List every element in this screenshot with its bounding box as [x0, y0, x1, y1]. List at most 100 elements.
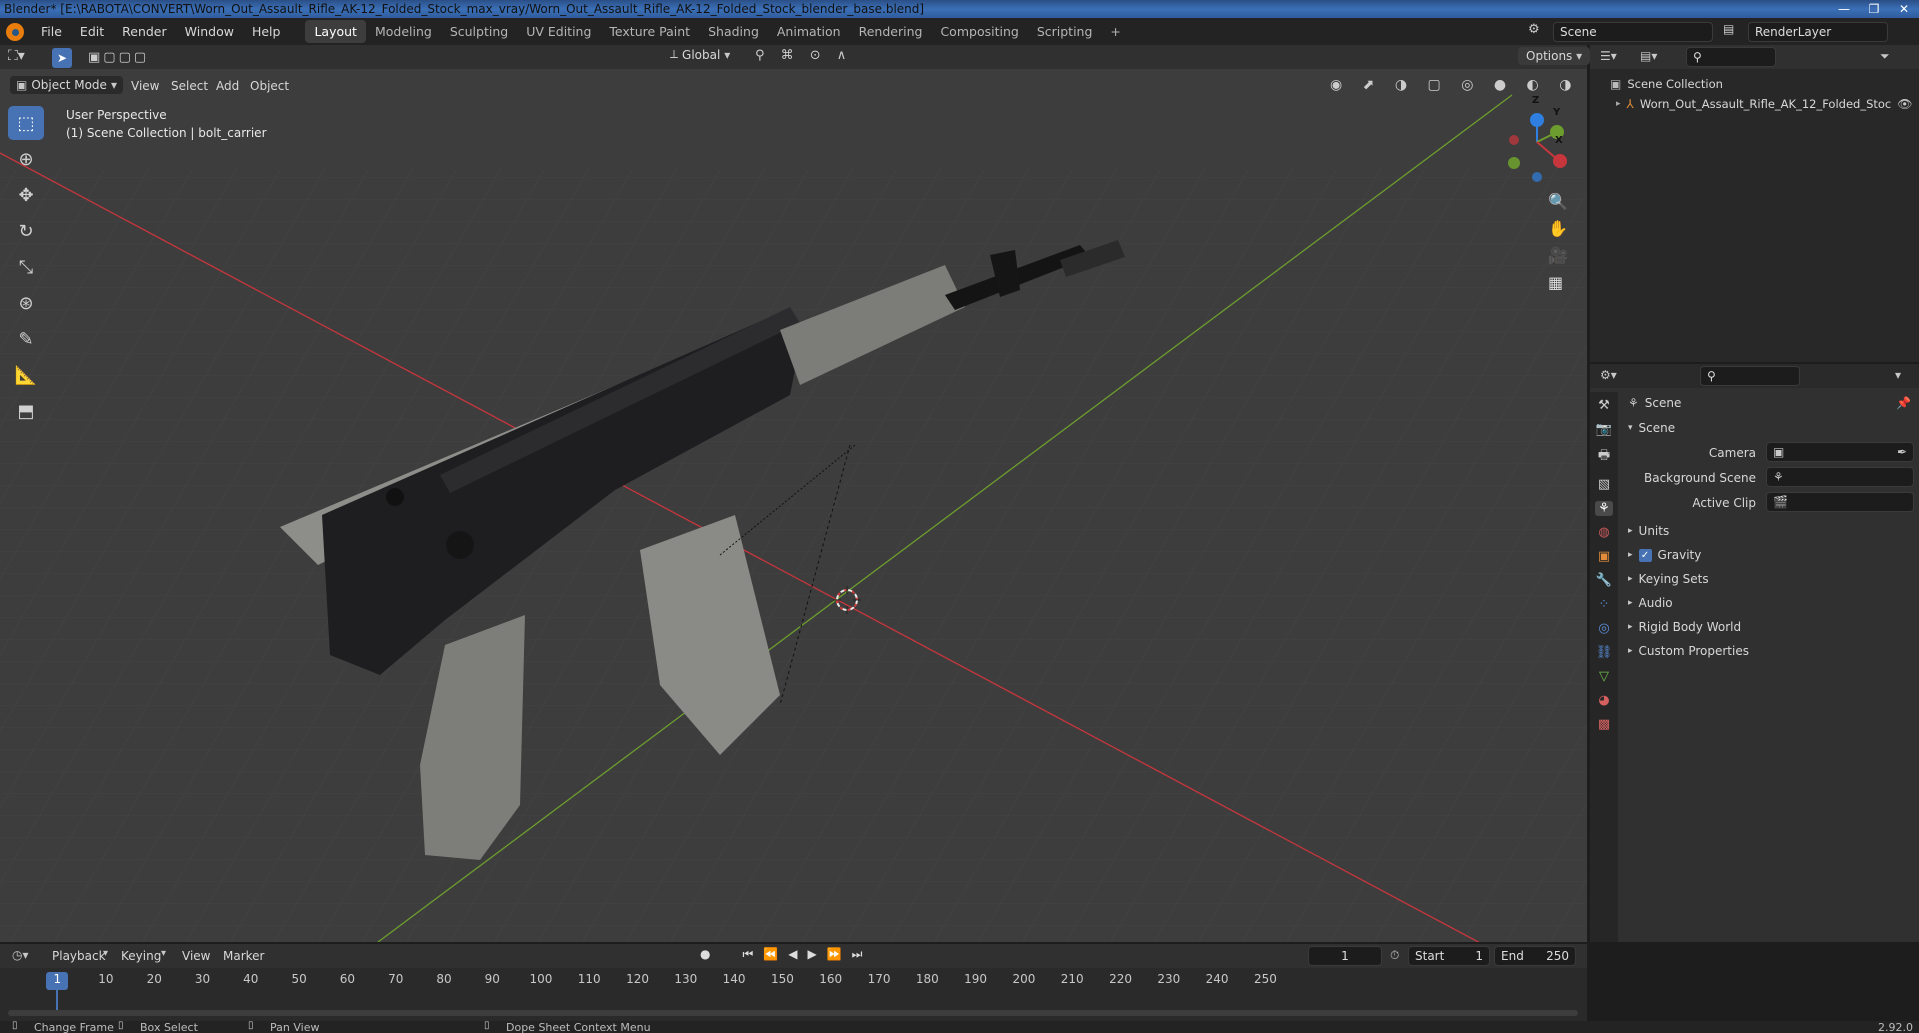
panel-rigid-body-world[interactable]: ▸ Rigid Body World — [1628, 615, 1913, 639]
display-mode-icon[interactable]: ▤▾ — [1640, 49, 1657, 63]
rotate-icon[interactable]: ↻ — [8, 214, 44, 248]
particles-tab-icon[interactable]: ⁘ — [1599, 597, 1610, 612]
filter-icon[interactable]: ⏷ — [1880, 49, 1890, 64]
move-icon[interactable]: ✥ — [8, 178, 44, 212]
properties-editor-icon[interactable]: ⚙▾ — [1600, 368, 1617, 382]
snapping-icons[interactable]: ⚲ ⌘ ⊙ ∧ — [755, 48, 852, 63]
render-layer-selector[interactable]: RenderLayer — [1748, 22, 1888, 42]
menu-help[interactable]: Help — [243, 24, 290, 39]
record-icon[interactable]: ● — [700, 947, 710, 962]
zoom-icon[interactable]: 🔍 — [1548, 192, 1568, 211]
camera-field[interactable]: ▣ ✒ — [1766, 442, 1914, 462]
blender-logo-icon[interactable] — [6, 22, 24, 41]
pin-icon[interactable]: 📌 — [1896, 396, 1911, 410]
select-tool-icon[interactable]: ➤ — [52, 48, 72, 68]
menu-window[interactable]: Window — [176, 24, 243, 39]
tab-rendering[interactable]: Rendering — [850, 20, 932, 43]
panel-audio[interactable]: ▸ Audio — [1628, 591, 1913, 615]
timeline-scrollbar[interactable] — [8, 1010, 1578, 1016]
menu-edit[interactable]: Edit — [71, 24, 113, 39]
tool-tab-icon[interactable]: ⚒ — [1598, 398, 1610, 413]
menu-view[interactable]: View — [131, 79, 159, 93]
3d-viewport[interactable]: Z Y X — [0, 45, 1587, 942]
prev-keyframe-icon[interactable]: ⏪ — [763, 947, 778, 962]
menu-select[interactable]: Select — [171, 79, 208, 93]
scene-icon[interactable]: ⚙ — [1528, 22, 1548, 42]
menu-view-timeline[interactable]: View — [182, 949, 210, 963]
tab-sculpting[interactable]: Sculpting — [441, 20, 517, 43]
tab-uv-editing[interactable]: UV Editing — [517, 20, 600, 43]
stopwatch-icon[interactable]: ⏱ — [1390, 948, 1399, 963]
grid-view-icon[interactable]: ▦ — [1548, 273, 1568, 292]
close-button[interactable]: ✕ — [1889, 0, 1919, 18]
outliner-editor-icon[interactable]: ☰▾ — [1600, 49, 1617, 63]
pan-hand-icon[interactable]: ✋ — [1548, 219, 1568, 238]
gravity-checkbox[interactable]: ✓ — [1638, 548, 1652, 562]
annotate-icon[interactable]: ✎ — [8, 322, 44, 356]
modifier-tab-icon[interactable]: 🔧 — [1596, 573, 1612, 588]
panel-units[interactable]: ▸ Units — [1628, 519, 1913, 543]
tab-modeling[interactable]: Modeling — [366, 20, 441, 43]
output-tab-icon[interactable]: 🖶 — [1598, 446, 1610, 468]
scale-icon[interactable]: ⤡ — [8, 250, 44, 284]
start-frame-field[interactable]: Start 1 — [1408, 946, 1490, 966]
play-reverse-icon[interactable]: ◀ — [788, 947, 797, 962]
chevron-down-icon[interactable]: ▾ — [1895, 368, 1901, 382]
next-keyframe-icon[interactable]: ⏩ — [827, 947, 842, 962]
transform-icon[interactable]: ⊛ — [8, 286, 44, 320]
constraints-tab-icon[interactable]: ⛓ — [1596, 645, 1613, 660]
options-menu[interactable]: Options ▾ — [1518, 47, 1591, 65]
eyedropper-icon[interactable]: ✒ — [1897, 443, 1907, 461]
select-box-icon[interactable]: ⬚ — [8, 106, 44, 140]
mode-selector[interactable]: ▣ Object Mode ▾ — [10, 76, 123, 94]
material-tab-icon[interactable]: ◕ — [1598, 693, 1609, 708]
menu-keying[interactable]: Keying — [121, 949, 161, 963]
properties-search-input[interactable]: ⚲ — [1700, 366, 1800, 386]
data-tab-icon[interactable]: ▽ — [1599, 669, 1609, 684]
jump-end-icon[interactable]: ⏭ — [852, 947, 863, 962]
menu-playback[interactable]: Playback — [52, 949, 106, 963]
view-layer-tab-icon[interactable]: ▧ — [1598, 477, 1610, 492]
tab-layout[interactable]: Layout — [305, 20, 366, 43]
physics-tab-icon[interactable]: ◎ — [1598, 621, 1609, 636]
scene-selector[interactable]: Scene — [1553, 22, 1713, 42]
background-scene-field[interactable]: ⚘ — [1766, 467, 1914, 487]
menu-render[interactable]: Render — [113, 24, 176, 39]
menu-file[interactable]: File — [32, 24, 71, 39]
viewport-display-icons[interactable]: ◉ ⬈ ◑ ▢ ◎ ● ◐ ◑ — [1330, 77, 1579, 93]
maximize-button[interactable]: ❐ — [1859, 0, 1889, 18]
panel-gravity[interactable]: ▸ ✓ Gravity — [1628, 543, 1913, 567]
world-tab-icon[interactable]: ◍ — [1598, 525, 1609, 540]
scene-section-header[interactable]: ▾ Scene — [1628, 421, 1675, 435]
tab-shading[interactable]: Shading — [699, 20, 768, 43]
frame-ruler[interactable]: 1 10 20 30 40 50 60 70 80 90 100 110 120 130 140 150 160… — [0, 970, 1587, 992]
play-icon[interactable]: ▶ — [807, 947, 816, 962]
camera-icon[interactable]: 🎥 — [1548, 246, 1568, 265]
add-workspace-button[interactable]: + — [1101, 20, 1129, 43]
outliner-item[interactable]: ▸ ⅄ Worn_Out_Assault_Rifle_AK_12_Folded_… — [1616, 97, 1916, 111]
editor-type-icon[interactable]: ⛶▾ — [8, 48, 36, 68]
tab-scripting[interactable]: Scripting — [1028, 20, 1102, 43]
panel-custom-properties[interactable]: ▸ Custom Properties — [1628, 639, 1913, 663]
transform-orientation[interactable]: ⟂ Global ▾ — [670, 47, 730, 62]
current-frame-field[interactable]: 1 — [1308, 946, 1382, 966]
render-layer-icon[interactable]: ▤ — [1723, 22, 1741, 36]
selection-mode-icons[interactable]: ▣▢▢▢ — [88, 50, 149, 65]
scene-tab-icon[interactable]: ⚘ — [1595, 501, 1613, 516]
render-tab-icon[interactable]: 📷 — [1596, 422, 1612, 437]
menu-marker[interactable]: Marker — [223, 949, 264, 963]
menu-add[interactable]: Add — [216, 79, 239, 93]
panel-keying-sets[interactable]: ▸ Keying Sets — [1628, 567, 1913, 591]
jump-start-icon[interactable]: ⏮ — [742, 947, 753, 962]
measure-icon[interactable]: 📐 — [8, 358, 44, 392]
end-frame-field[interactable]: End 250 — [1494, 946, 1576, 966]
object-tab-icon[interactable]: ▣ — [1598, 549, 1610, 564]
tab-compositing[interactable]: Compositing — [931, 20, 1027, 43]
texture-tab-icon[interactable]: ▩ — [1598, 717, 1610, 732]
cursor-icon[interactable]: ⊕ — [8, 142, 44, 176]
menu-object[interactable]: Object — [250, 79, 289, 93]
outliner-root[interactable]: ▣ Scene Collection — [1610, 77, 1723, 91]
active-clip-field[interactable]: 🎬 — [1766, 492, 1914, 512]
tab-animation[interactable]: Animation — [768, 20, 850, 43]
add-cube-icon[interactable]: ⬒ — [8, 394, 44, 428]
